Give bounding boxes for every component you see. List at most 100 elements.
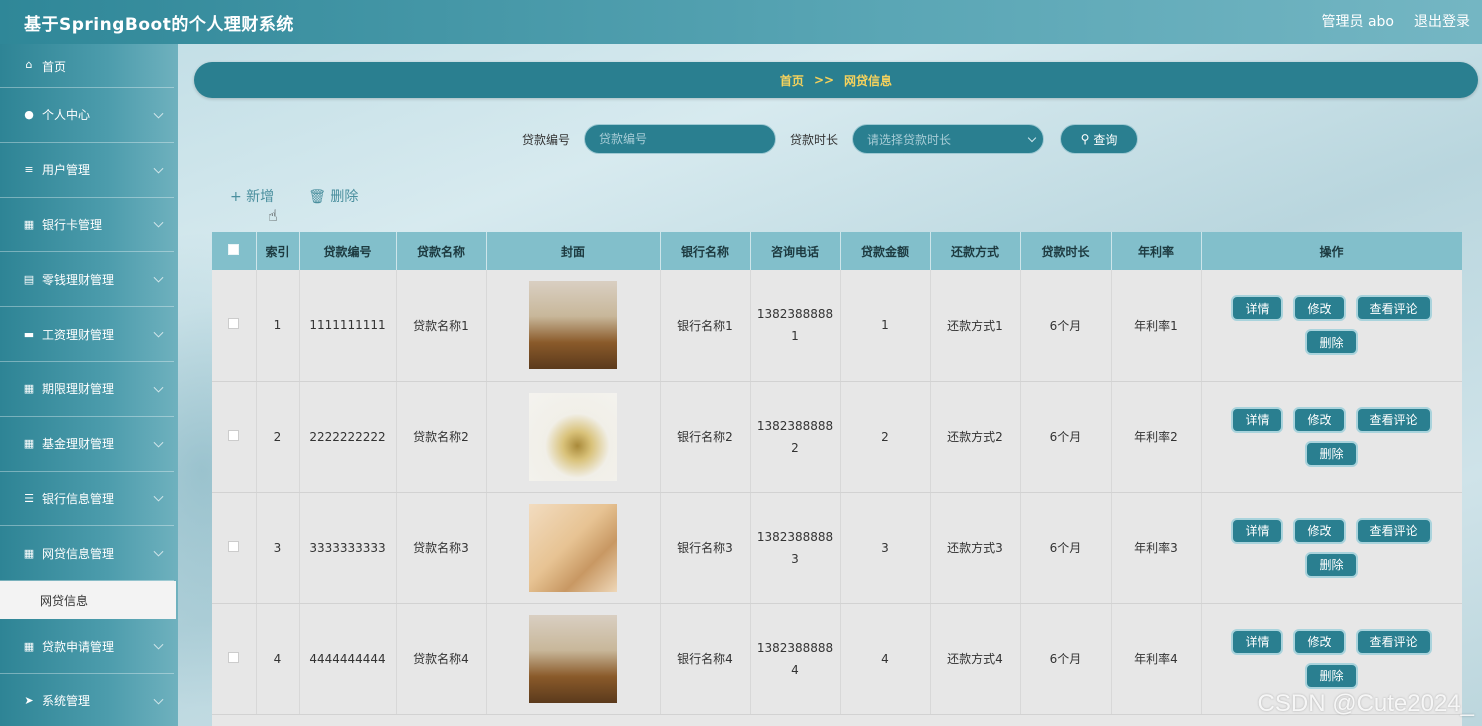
sidebar-item-bank-card[interactable]: ▦ 银行卡管理 (0, 198, 174, 253)
edit-button[interactable]: 修改 (1293, 628, 1346, 655)
grid-icon: ▦ (23, 639, 35, 653)
row-checkbox[interactable] (228, 540, 240, 552)
detail-button[interactable]: 详情 (1231, 517, 1284, 544)
column-header: 索引 (256, 232, 300, 270)
user-icon: ● (24, 108, 34, 122)
loan-table: 索引 贷款编号 贷款名称 封面 银行名称 咨询电话 贷款金额 还款方式 贷款时长… (212, 232, 1462, 726)
chevron-down-icon (153, 492, 164, 503)
sliders-icon: ≡ (24, 163, 34, 177)
cover-image[interactable] (529, 392, 617, 481)
loan-no-input[interactable] (584, 124, 777, 154)
phone-cell: 1382388888 4 (750, 603, 841, 715)
query-button-label: 查询 (1093, 132, 1118, 147)
breadcrumb-home[interactable]: 首页 (780, 72, 804, 89)
sidebar-item-loan-application[interactable]: ▦ 贷款申请管理 (0, 619, 174, 674)
sidebar-item-fund-finance[interactable]: ▦ 基金理财管理 (0, 417, 174, 472)
column-header: 操作 (1201, 232, 1462, 270)
loan-name-cell: 贷款名称3 (396, 492, 487, 604)
delete-button[interactable]: 删除 (1305, 551, 1358, 578)
admin-label[interactable]: 管理员 abo (1322, 11, 1394, 31)
column-header: 封面 (486, 232, 661, 270)
cover-image[interactable] (529, 503, 617, 592)
detail-button[interactable]: 详情 (1231, 295, 1284, 322)
repay-method-cell: 还款方式3 (930, 492, 1021, 604)
sidebar-item-label: 个人中心 (42, 108, 91, 123)
select-all-cell (212, 232, 257, 270)
column-header: 银行名称 (660, 232, 751, 270)
view-comments-button[interactable]: 查看评论 (1355, 406, 1432, 433)
loan-no-cell: 3333333333 (299, 492, 397, 604)
chevron-down-icon (153, 163, 164, 174)
add-button[interactable]: + 新增 (230, 186, 274, 206)
view-comments-button[interactable]: 查看评论 (1355, 517, 1432, 544)
table-header-row: 索引 贷款编号 贷款名称 封面 银行名称 咨询电话 贷款金额 还款方式 贷款时长… (212, 232, 1462, 270)
sidebar-item-home[interactable]: ⌂ 首页 (0, 44, 174, 88)
chevron-down-icon (153, 108, 164, 119)
view-comments-button[interactable]: 查看评论 (1355, 628, 1432, 655)
select-all-checkbox[interactable] (228, 244, 240, 255)
cover-cell (486, 270, 661, 382)
chevron-down-icon (153, 437, 164, 448)
sidebar-item-label: 银行卡管理 (42, 217, 103, 232)
delete-button[interactable]: 删除 (1305, 440, 1358, 467)
chevron-down-icon (153, 694, 164, 705)
sidebar-item-bank-info[interactable]: ☰ 银行信息管理 (0, 472, 174, 527)
query-button[interactable]: ⚲ 查询 (1060, 124, 1139, 154)
batch-delete-label: 删除 (330, 189, 359, 205)
sidebar-item-salary-finance[interactable]: ▬ 工资理财管理 (0, 307, 174, 362)
duration-select[interactable]: 请选择贷款时长 (852, 124, 1045, 154)
sidebar-item-label: 网贷信息管理 (42, 546, 115, 561)
repay-method-cell: 还款方式2 (930, 381, 1021, 493)
sidebar-item-loan-info-management[interactable]: ▦ 网贷信息管理 (0, 526, 174, 582)
phone-line-1: 1382388888 (756, 529, 834, 544)
edit-button[interactable]: 修改 (1293, 406, 1346, 433)
cover-cell (486, 603, 661, 715)
sidebar-item-change-finance[interactable]: ▤ 零钱理财管理 (0, 252, 174, 308)
table-row: 1 1111111111 贷款名称1 银行名称1 1382388888 1 1 还… (212, 270, 1462, 382)
column-header: 贷款金额 (840, 232, 931, 270)
row-select-cell (212, 603, 257, 715)
duration-label: 贷款时长 (790, 132, 839, 147)
row-select-cell (212, 492, 257, 604)
ops-cell: 详情 修改 查看评论 删除 (1201, 270, 1462, 382)
edit-button[interactable]: 修改 (1293, 517, 1346, 544)
row-checkbox[interactable] (228, 429, 240, 441)
index-cell: 3 (256, 492, 300, 604)
loan-no-label: 贷款编号 (522, 132, 571, 147)
breadcrumb-current: 网贷信息 (844, 73, 893, 88)
cover-cell (486, 492, 661, 604)
cover-image[interactable] (529, 614, 617, 703)
row-checkbox[interactable] (228, 651, 240, 663)
row-checkbox[interactable] (228, 318, 240, 330)
detail-button[interactable]: 详情 (1231, 406, 1284, 433)
loan-no-cell: 4444444444 (299, 603, 397, 715)
phone-line-2: 3 (791, 551, 799, 566)
amount-cell: 3 (840, 492, 931, 604)
grid-icon: ▦ (23, 546, 35, 560)
sidebar-item-system[interactable]: ➤ 系统管理 (0, 674, 174, 726)
sidebar-subitem-loan-info[interactable]: 网贷信息 (0, 581, 176, 620)
breadcrumb-separator: >> (813, 73, 835, 87)
view-comments-button[interactable]: 查看评论 (1355, 295, 1432, 322)
table-actions: + 新增 🗑︎ 删除 (230, 186, 358, 206)
search-bar: 贷款编号 贷款时长 请选择贷款时长 ⚲ 查询 (522, 124, 1139, 154)
sidebar-item-user-management[interactable]: ≡ 用户管理 (0, 143, 174, 198)
delete-button[interactable]: 删除 (1305, 329, 1358, 356)
sidebar-item-term-finance[interactable]: ▦ 期限理财管理 (0, 362, 174, 417)
ops-cell: 详情 修改 查看评论 删除 (1201, 381, 1462, 493)
phone-line-2: 2 (791, 440, 799, 455)
logout-link[interactable]: 退出登录 (1414, 11, 1470, 31)
batch-delete-button[interactable]: 🗑︎ 删除 (308, 186, 358, 206)
delete-button[interactable]: 删除 (1305, 662, 1358, 689)
cover-image[interactable] (529, 281, 617, 370)
amount-cell: 2 (840, 381, 931, 493)
sidebar-item-personal-center[interactable]: ● 个人中心 (0, 88, 174, 143)
detail-button[interactable]: 详情 (1231, 628, 1284, 655)
row-select-cell (212, 381, 257, 493)
edit-button[interactable]: 修改 (1293, 295, 1346, 322)
loan-name-cell: 贷款名称4 (396, 603, 487, 715)
sidebar-item-label: 系统管理 (42, 694, 91, 709)
duration-placeholder: 请选择贷款时长 (867, 132, 952, 147)
index-cell: 1 (256, 270, 300, 382)
hand-cursor-icon: ☝ (268, 206, 278, 225)
